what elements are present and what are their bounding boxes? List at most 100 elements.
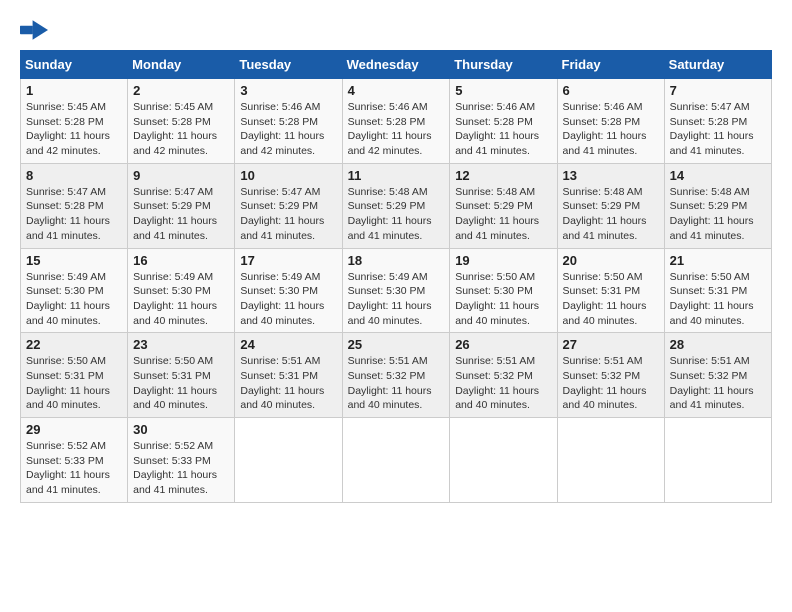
calendar-body: 1 Sunrise: 5:45 AM Sunset: 5:28 PM Daylig…: [21, 79, 772, 503]
header-saturday: Saturday: [664, 51, 771, 79]
header-tuesday: Tuesday: [235, 51, 342, 79]
page-header: [20, 20, 772, 40]
calendar-cell: 14 Sunrise: 5:48 AM Sunset: 5:29 PM Dayli…: [664, 163, 771, 248]
calendar-cell: [342, 418, 450, 503]
calendar-cell: 17 Sunrise: 5:49 AM Sunset: 5:30 PM Dayli…: [235, 248, 342, 333]
calendar-cell: 27 Sunrise: 5:51 AM Sunset: 5:32 PM Dayli…: [557, 333, 664, 418]
day-info: Sunrise: 5:47 AM Sunset: 5:28 PM Dayligh…: [26, 185, 122, 244]
day-number: 23: [133, 337, 229, 352]
day-number: 20: [563, 253, 659, 268]
day-number: 3: [240, 83, 336, 98]
day-number: 1: [26, 83, 122, 98]
day-info: Sunrise: 5:50 AM Sunset: 5:30 PM Dayligh…: [455, 270, 551, 329]
calendar-cell: 18Sunrise: 5:49 AM Sunset: 5:30 PM Dayli…: [342, 248, 450, 333]
day-info: Sunrise: 5:49 AM Sunset: 5:30 PM Dayligh…: [240, 270, 336, 329]
day-info: Sunrise: 5:50 AM Sunset: 5:31 PM Dayligh…: [133, 354, 229, 413]
day-info: Sunrise: 5:46 AM Sunset: 5:28 PM Dayligh…: [563, 100, 659, 159]
day-number: 24: [240, 337, 336, 352]
calendar-cell: 23 Sunrise: 5:50 AM Sunset: 5:31 PM Dayli…: [128, 333, 235, 418]
calendar-table: SundayMondayTuesdayWednesdayThursdayFrid…: [20, 50, 772, 503]
week-row-3: 15 Sunrise: 5:49 AM Sunset: 5:30 PM Dayli…: [21, 248, 772, 333]
header-sunday: Sunday: [21, 51, 128, 79]
header-monday: Monday: [128, 51, 235, 79]
calendar-cell: 5 Sunrise: 5:46 AM Sunset: 5:28 PM Daylig…: [450, 79, 557, 164]
day-number: 19: [455, 253, 551, 268]
calendar-cell: 4 Sunrise: 5:46 AM Sunset: 5:28 PM Daylig…: [342, 79, 450, 164]
day-info: Sunrise: 5:50 AM Sunset: 5:31 PM Dayligh…: [26, 354, 122, 413]
week-row-2: 8 Sunrise: 5:47 AM Sunset: 5:28 PM Daylig…: [21, 163, 772, 248]
day-info: Sunrise: 5:46 AM Sunset: 5:28 PM Dayligh…: [455, 100, 551, 159]
day-number: 27: [563, 337, 659, 352]
calendar-cell: 7 Sunrise: 5:47 AM Sunset: 5:28 PM Daylig…: [664, 79, 771, 164]
day-number: 22: [26, 337, 122, 352]
calendar-cell: 16Sunrise: 5:49 AM Sunset: 5:30 PM Dayli…: [128, 248, 235, 333]
calendar-cell: 11 Sunrise: 5:48 AM Sunset: 5:29 PM Dayli…: [342, 163, 450, 248]
logo: [20, 20, 52, 40]
calendar-cell: 22 Sunrise: 5:50 AM Sunset: 5:31 PM Dayli…: [21, 333, 128, 418]
day-number: 30: [133, 422, 229, 437]
logo-icon: [20, 20, 48, 40]
day-info: Sunrise: 5:50 AM Sunset: 5:31 PM Dayligh…: [670, 270, 766, 329]
calendar-cell: 19 Sunrise: 5:50 AM Sunset: 5:30 PM Dayli…: [450, 248, 557, 333]
calendar-cell: [557, 418, 664, 503]
day-info: Sunrise: 5:52 AM Sunset: 5:33 PM Dayligh…: [133, 439, 229, 498]
day-info: Sunrise: 5:51 AM Sunset: 5:31 PM Dayligh…: [240, 354, 336, 413]
header-friday: Friday: [557, 51, 664, 79]
calendar-cell: 15 Sunrise: 5:49 AM Sunset: 5:30 PM Dayli…: [21, 248, 128, 333]
day-number: 6: [563, 83, 659, 98]
day-number: 16: [133, 253, 229, 268]
calendar-cell: 12Sunrise: 5:48 AM Sunset: 5:29 PM Dayli…: [450, 163, 557, 248]
day-number: 26: [455, 337, 551, 352]
day-number: 18: [348, 253, 445, 268]
day-info: Sunrise: 5:45 AM Sunset: 5:28 PM Dayligh…: [26, 100, 122, 159]
calendar-cell: 3 Sunrise: 5:46 AM Sunset: 5:28 PM Daylig…: [235, 79, 342, 164]
day-number: 15: [26, 253, 122, 268]
day-info: Sunrise: 5:46 AM Sunset: 5:28 PM Dayligh…: [240, 100, 336, 159]
calendar-cell: 8 Sunrise: 5:47 AM Sunset: 5:28 PM Daylig…: [21, 163, 128, 248]
day-info: Sunrise: 5:51 AM Sunset: 5:32 PM Dayligh…: [563, 354, 659, 413]
day-number: 11: [348, 168, 445, 183]
day-info: Sunrise: 5:51 AM Sunset: 5:32 PM Dayligh…: [348, 354, 445, 413]
day-info: Sunrise: 5:51 AM Sunset: 5:32 PM Dayligh…: [455, 354, 551, 413]
day-info: Sunrise: 5:47 AM Sunset: 5:28 PM Dayligh…: [670, 100, 766, 159]
calendar-cell: 25 Sunrise: 5:51 AM Sunset: 5:32 PM Dayli…: [342, 333, 450, 418]
day-info: Sunrise: 5:51 AM Sunset: 5:32 PM Dayligh…: [670, 354, 766, 413]
day-number: 9: [133, 168, 229, 183]
day-info: Sunrise: 5:46 AM Sunset: 5:28 PM Dayligh…: [348, 100, 445, 159]
day-number: 4: [348, 83, 445, 98]
day-info: Sunrise: 5:47 AM Sunset: 5:29 PM Dayligh…: [240, 185, 336, 244]
day-number: 7: [670, 83, 766, 98]
calendar-cell: 13Sunrise: 5:48 AM Sunset: 5:29 PM Dayli…: [557, 163, 664, 248]
day-number: 25: [348, 337, 445, 352]
calendar-cell: 20 Sunrise: 5:50 AM Sunset: 5:31 PM Dayli…: [557, 248, 664, 333]
calendar-cell: 10 Sunrise: 5:47 AM Sunset: 5:29 PM Dayli…: [235, 163, 342, 248]
day-info: Sunrise: 5:50 AM Sunset: 5:31 PM Dayligh…: [563, 270, 659, 329]
calendar-cell: 26 Sunrise: 5:51 AM Sunset: 5:32 PM Dayli…: [450, 333, 557, 418]
day-number: 8: [26, 168, 122, 183]
calendar-cell: 28Sunrise: 5:51 AM Sunset: 5:32 PM Dayli…: [664, 333, 771, 418]
calendar-header: SundayMondayTuesdayWednesdayThursdayFrid…: [21, 51, 772, 79]
calendar-cell: [235, 418, 342, 503]
calendar-cell: 21 Sunrise: 5:50 AM Sunset: 5:31 PM Dayli…: [664, 248, 771, 333]
day-number: 12: [455, 168, 551, 183]
day-number: 29: [26, 422, 122, 437]
day-number: 10: [240, 168, 336, 183]
week-row-5: 29 Sunrise: 5:52 AM Sunset: 5:33 PM Dayli…: [21, 418, 772, 503]
day-info: Sunrise: 5:48 AM Sunset: 5:29 PM Dayligh…: [348, 185, 445, 244]
day-info: Sunrise: 5:52 AM Sunset: 5:33 PM Dayligh…: [26, 439, 122, 498]
day-info: Sunrise: 5:49 AM Sunset: 5:30 PM Dayligh…: [26, 270, 122, 329]
calendar-cell: [664, 418, 771, 503]
day-number: 14: [670, 168, 766, 183]
calendar-cell: 1 Sunrise: 5:45 AM Sunset: 5:28 PM Daylig…: [21, 79, 128, 164]
day-number: 5: [455, 83, 551, 98]
calendar-cell: 30 Sunrise: 5:52 AM Sunset: 5:33 PM Dayli…: [128, 418, 235, 503]
header-thursday: Thursday: [450, 51, 557, 79]
calendar-cell: 29 Sunrise: 5:52 AM Sunset: 5:33 PM Dayli…: [21, 418, 128, 503]
day-info: Sunrise: 5:48 AM Sunset: 5:29 PM Dayligh…: [563, 185, 659, 244]
header-row: SundayMondayTuesdayWednesdayThursdayFrid…: [21, 51, 772, 79]
day-info: Sunrise: 5:48 AM Sunset: 5:29 PM Dayligh…: [670, 185, 766, 244]
day-number: 17: [240, 253, 336, 268]
day-number: 21: [670, 253, 766, 268]
calendar-cell: 6 Sunrise: 5:46 AM Sunset: 5:28 PM Daylig…: [557, 79, 664, 164]
day-number: 2: [133, 83, 229, 98]
